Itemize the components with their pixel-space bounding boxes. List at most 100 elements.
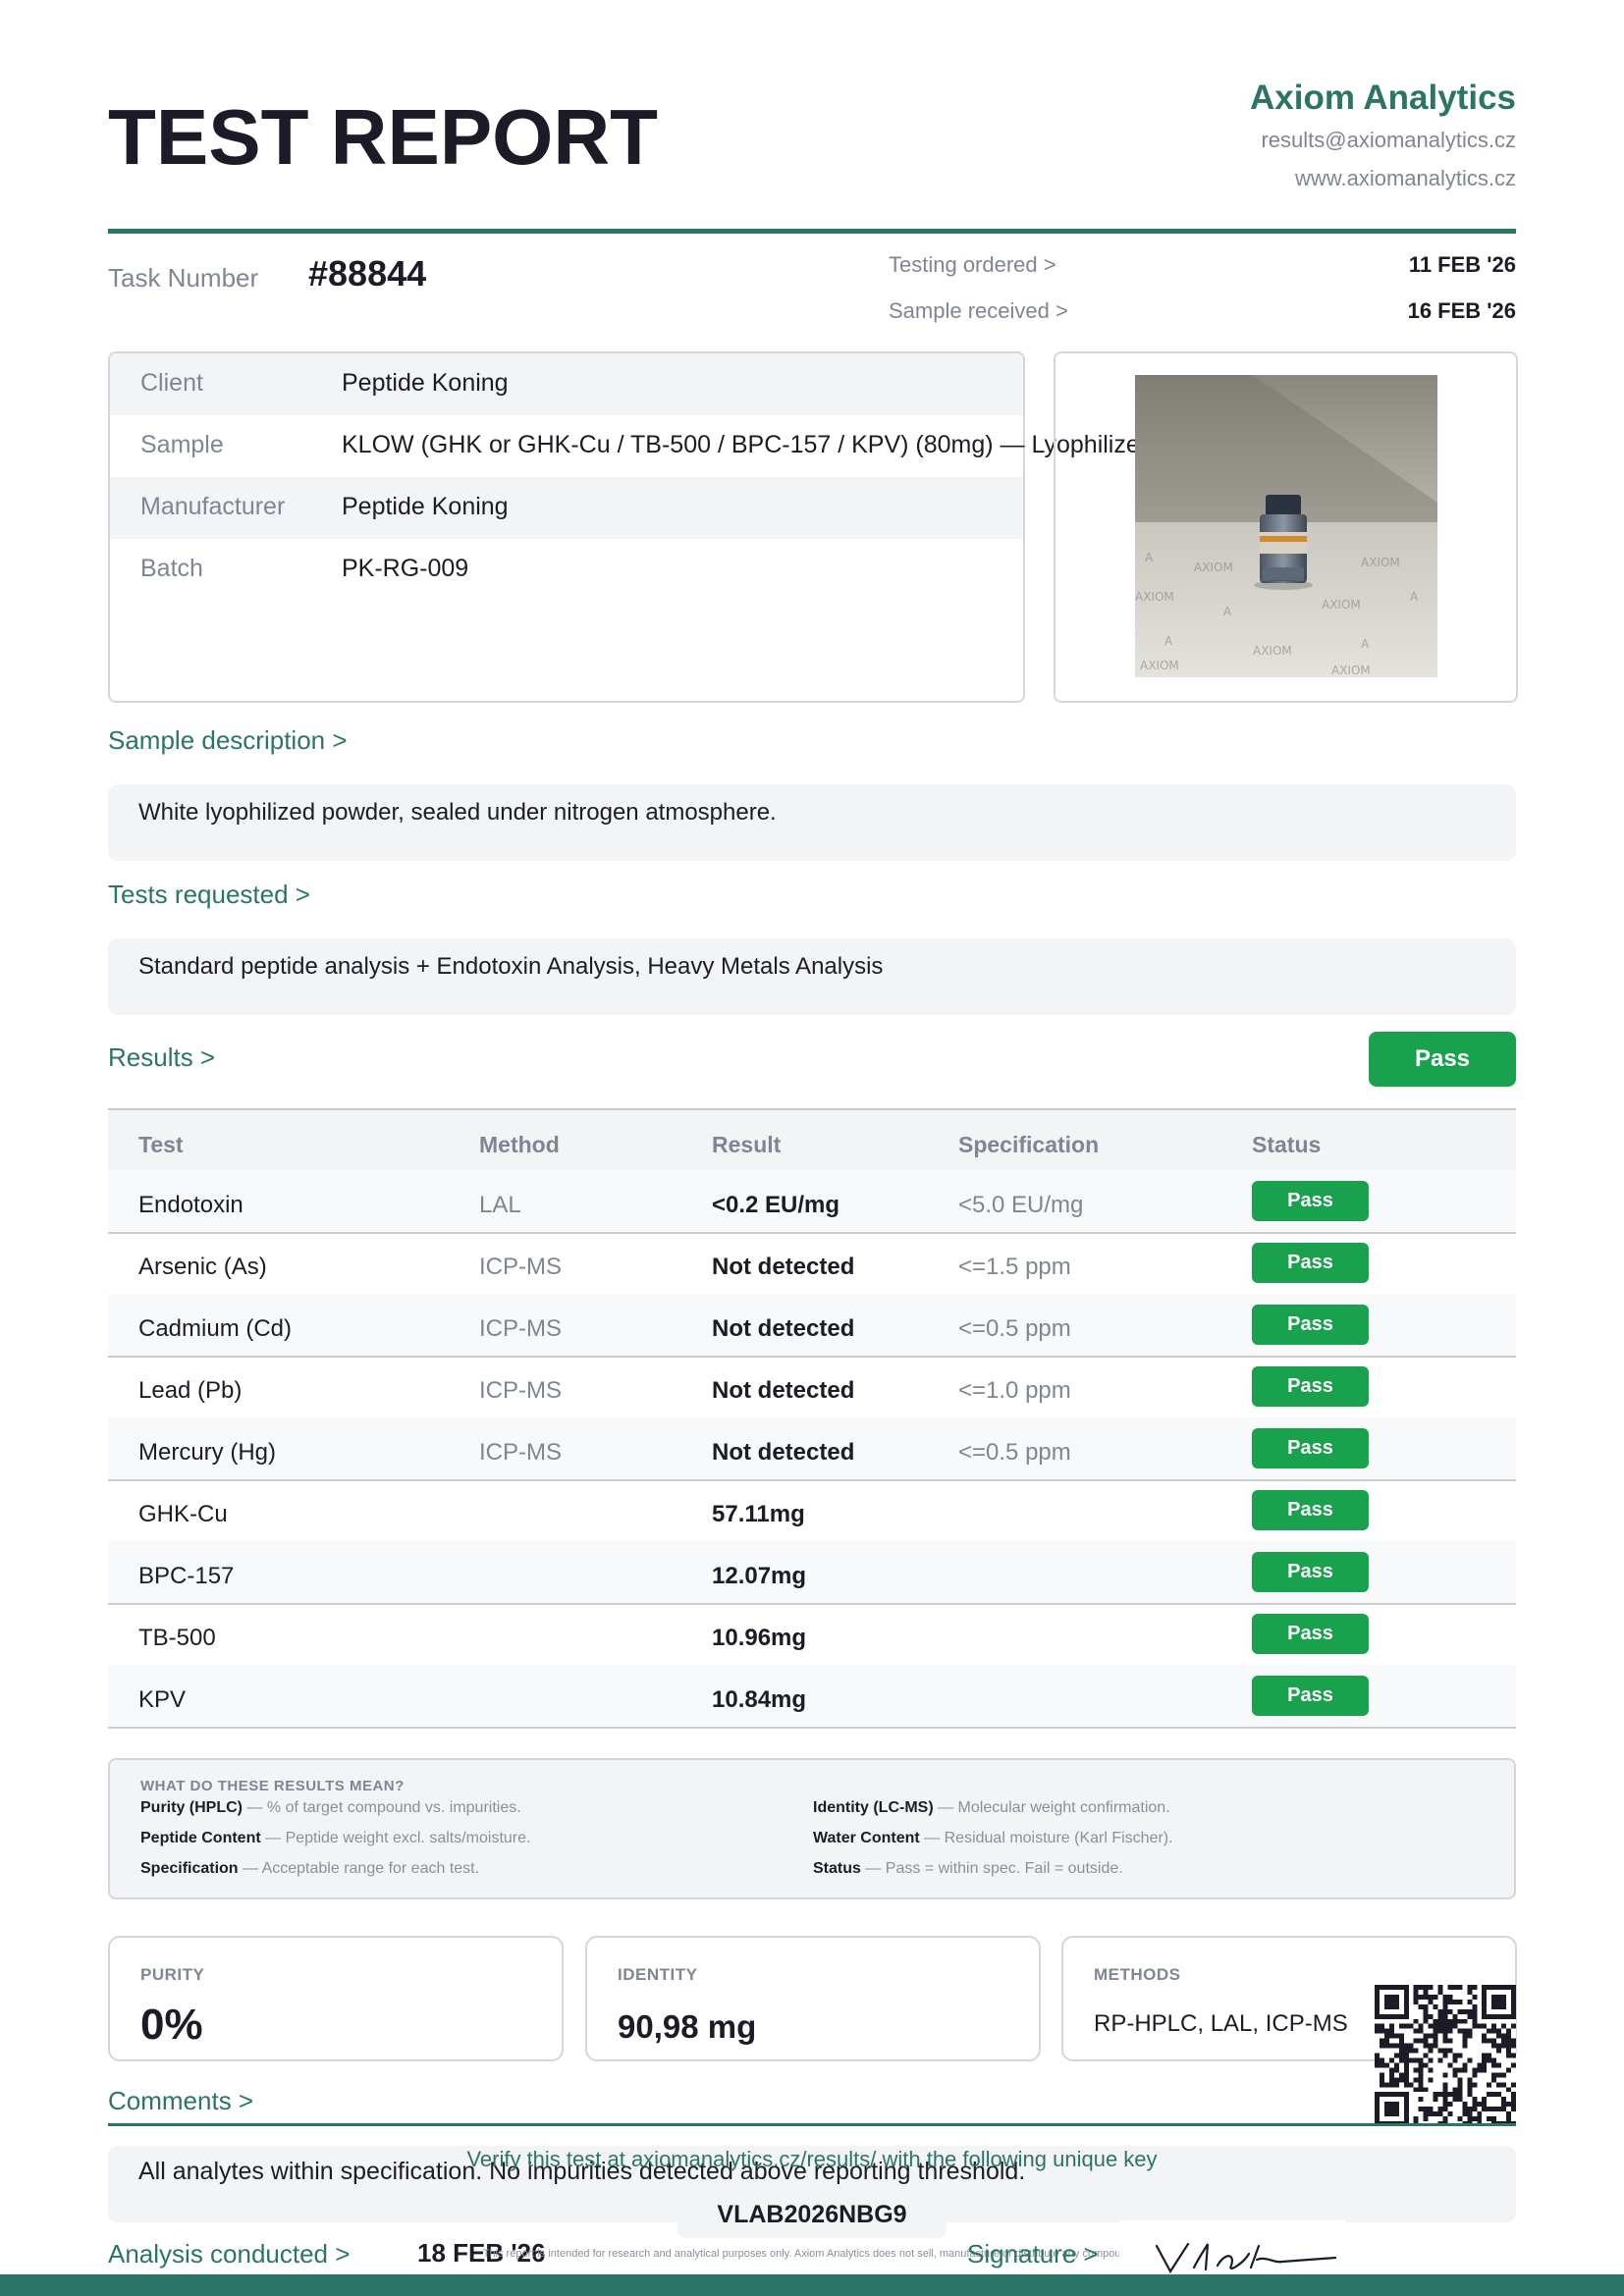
svg-text:AXIOM: AXIOM: [1135, 590, 1174, 604]
sample-description-link[interactable]: Sample description >: [108, 725, 348, 756]
contact-email[interactable]: results@axiomanalytics.cz: [1261, 128, 1516, 153]
status-badge: Pass: [1252, 1181, 1369, 1221]
status-badge: Pass: [1252, 1614, 1369, 1654]
table-header: Test Method Result Specification Status: [108, 1108, 1516, 1172]
footer-bar: [0, 2274, 1624, 2296]
info-row-manufacturer: Manufacturer Peptide Koning: [110, 477, 1023, 539]
legend-item: Peptide Content — Peptide weight excl. s…: [140, 1830, 530, 1847]
legend-term: Status: [813, 1860, 861, 1877]
tests-requested-box: Standard peptide analysis + Endotoxin An…: [108, 938, 1516, 1015]
table-row: GHK-Cu 57.11mg Pass: [108, 1479, 1516, 1543]
cell-result: <0.2 EU/mg: [712, 1192, 840, 1218]
legend-item: Water Content — Residual moisture (Karl …: [813, 1830, 1173, 1847]
svg-text:AXIOM: AXIOM: [1194, 561, 1233, 574]
info-value: Peptide Koning: [342, 369, 509, 397]
svg-text:AXIOM: AXIOM: [1331, 664, 1371, 677]
sample-description-text: White lyophilized powder, sealed under n…: [138, 799, 777, 826]
identity-value: 90,98 mg: [618, 2008, 757, 2045]
legend-desc: — Residual moisture (Karl Fischer).: [919, 1830, 1173, 1846]
cell-test: GHK-Cu: [138, 1501, 228, 1527]
comments-link[interactable]: Comments >: [108, 2086, 253, 2116]
legend-item: Status — Pass = within spec. Fail = outs…: [813, 1860, 1123, 1878]
header-divider: [108, 229, 1516, 234]
testing-ordered-date: 11 FEB '26: [1408, 252, 1516, 277]
legend-term: Specification: [140, 1860, 239, 1877]
methods-value: RP-HPLC, LAL, ICP-MS: [1094, 2010, 1348, 2037]
svg-text:A: A: [1145, 551, 1154, 564]
cell-test: TB-500: [138, 1625, 216, 1651]
cell-specification: <5.0 EU/mg: [958, 1192, 1084, 1218]
cell-specification: <=0.5 ppm: [958, 1439, 1071, 1466]
column-header-status: Status: [1252, 1132, 1322, 1157]
task-number-label: Task Number: [108, 263, 259, 293]
sample-description-box: White lyophilized powder, sealed under n…: [108, 784, 1516, 861]
comments-divider: [108, 2123, 1516, 2126]
column-header-specification: Specification: [958, 1132, 1100, 1157]
table-row: Cadmium (Cd) ICP-MS Not detected <=0.5 p…: [108, 1294, 1516, 1358]
cell-test: Endotoxin: [138, 1192, 244, 1218]
legend-item: Purity (HPLC) — % of target compound vs.…: [140, 1799, 521, 1817]
legend-desc: — % of target compound vs. impurities.: [243, 1799, 521, 1816]
legend-title: WHAT DO THESE RESULTS MEAN?: [140, 1778, 405, 1794]
info-value: Peptide Koning: [342, 493, 509, 520]
legend-term: Purity (HPLC): [140, 1799, 243, 1816]
unique-key: VLAB2026NBG9: [717, 2201, 907, 2228]
cell-result: 57.11mg: [712, 1501, 805, 1527]
status-badge: Pass: [1252, 1428, 1369, 1468]
cell-test: Lead (Pb): [138, 1377, 243, 1404]
legend-desc: — Acceptable range for each test.: [238, 1860, 480, 1877]
cell-specification: <=1.0 ppm: [958, 1377, 1071, 1404]
brand-name: Axiom Analytics: [1249, 79, 1516, 117]
contact-website[interactable]: www.axiomanalytics.cz: [1295, 166, 1516, 191]
cell-method: LAL: [479, 1192, 521, 1218]
sample-received-date: 16 FEB '26: [1407, 298, 1516, 323]
legend-desc: — Peptide weight excl. salts/moisture.: [260, 1830, 531, 1846]
column-header-method: Method: [479, 1132, 560, 1157]
methods-label: METHODS: [1094, 1965, 1181, 1984]
tests-requested-text: Standard peptide analysis + Endotoxin An…: [138, 953, 884, 980]
legend-term: Water Content: [813, 1830, 920, 1846]
sample-photo-card: AAXIOMAAXIOM AXIOMAAXIOMA AAXIOMA AXIOMA…: [1054, 351, 1518, 703]
tests-requested-link[interactable]: Tests requested >: [108, 880, 310, 910]
info-key: Sample: [140, 431, 224, 458]
status-badge: Pass: [1252, 1366, 1369, 1407]
cell-specification: <=1.5 ppm: [958, 1254, 1071, 1280]
legend-term: Identity (LC-MS): [813, 1799, 934, 1816]
table-row: Mercury (Hg) ICP-MS Not detected <=0.5 p…: [108, 1417, 1516, 1481]
purity-label: PURITY: [140, 1965, 205, 1984]
cell-result: Not detected: [712, 1315, 855, 1342]
cell-test: BPC-157: [138, 1563, 235, 1589]
testing-ordered-label[interactable]: Testing ordered >: [889, 252, 1056, 278]
cell-test: KPV: [138, 1686, 187, 1713]
status-badge: Pass: [1252, 1243, 1369, 1283]
svg-text:AXIOM: AXIOM: [1140, 659, 1179, 672]
cell-method: ICP-MS: [479, 1254, 562, 1280]
legend-term: Peptide Content: [140, 1830, 261, 1846]
overall-status-badge: Pass: [1369, 1032, 1516, 1087]
svg-text:A: A: [1164, 634, 1173, 648]
results-link[interactable]: Results >: [108, 1042, 215, 1073]
status-badge: Pass: [1252, 1552, 1369, 1592]
table-row: BPC-157 12.07mg Pass: [108, 1541, 1516, 1605]
info-key: Manufacturer: [140, 493, 286, 520]
info-row-batch: Batch PK-RG-009: [110, 539, 1023, 601]
cell-test: Arsenic (As): [138, 1254, 267, 1280]
cell-specification: <=0.5 ppm: [958, 1315, 1071, 1342]
task-number: #88844: [308, 253, 427, 294]
svg-text:A: A: [1223, 605, 1232, 618]
signature-image: [1149, 2238, 1345, 2277]
table-row: Endotoxin LAL <0.2 EU/mg <5.0 EU/mg Pass: [108, 1170, 1516, 1234]
svg-text:AXIOM: AXIOM: [1361, 556, 1400, 569]
column-header-result: Result: [712, 1132, 782, 1157]
column-header-test: Test: [138, 1132, 184, 1157]
disclaimer: This report is intended for research and…: [482, 2248, 1142, 2260]
purity-card: PURITY 0%: [108, 1936, 564, 2061]
svg-text:AXIOM: AXIOM: [1322, 598, 1361, 612]
purity-value: 0%: [140, 2001, 203, 2049]
sample-received-label[interactable]: Sample received >: [889, 298, 1068, 324]
cell-method: ICP-MS: [479, 1377, 562, 1404]
cell-test: Mercury (Hg): [138, 1439, 277, 1466]
info-value: KLOW (GHK or GHK-Cu / TB-500 / BPC-157 /…: [342, 431, 1154, 458]
verification-qr-code[interactable]: [1375, 1985, 1516, 2126]
legend-desc: — Pass = within spec. Fail = outside.: [860, 1860, 1123, 1877]
